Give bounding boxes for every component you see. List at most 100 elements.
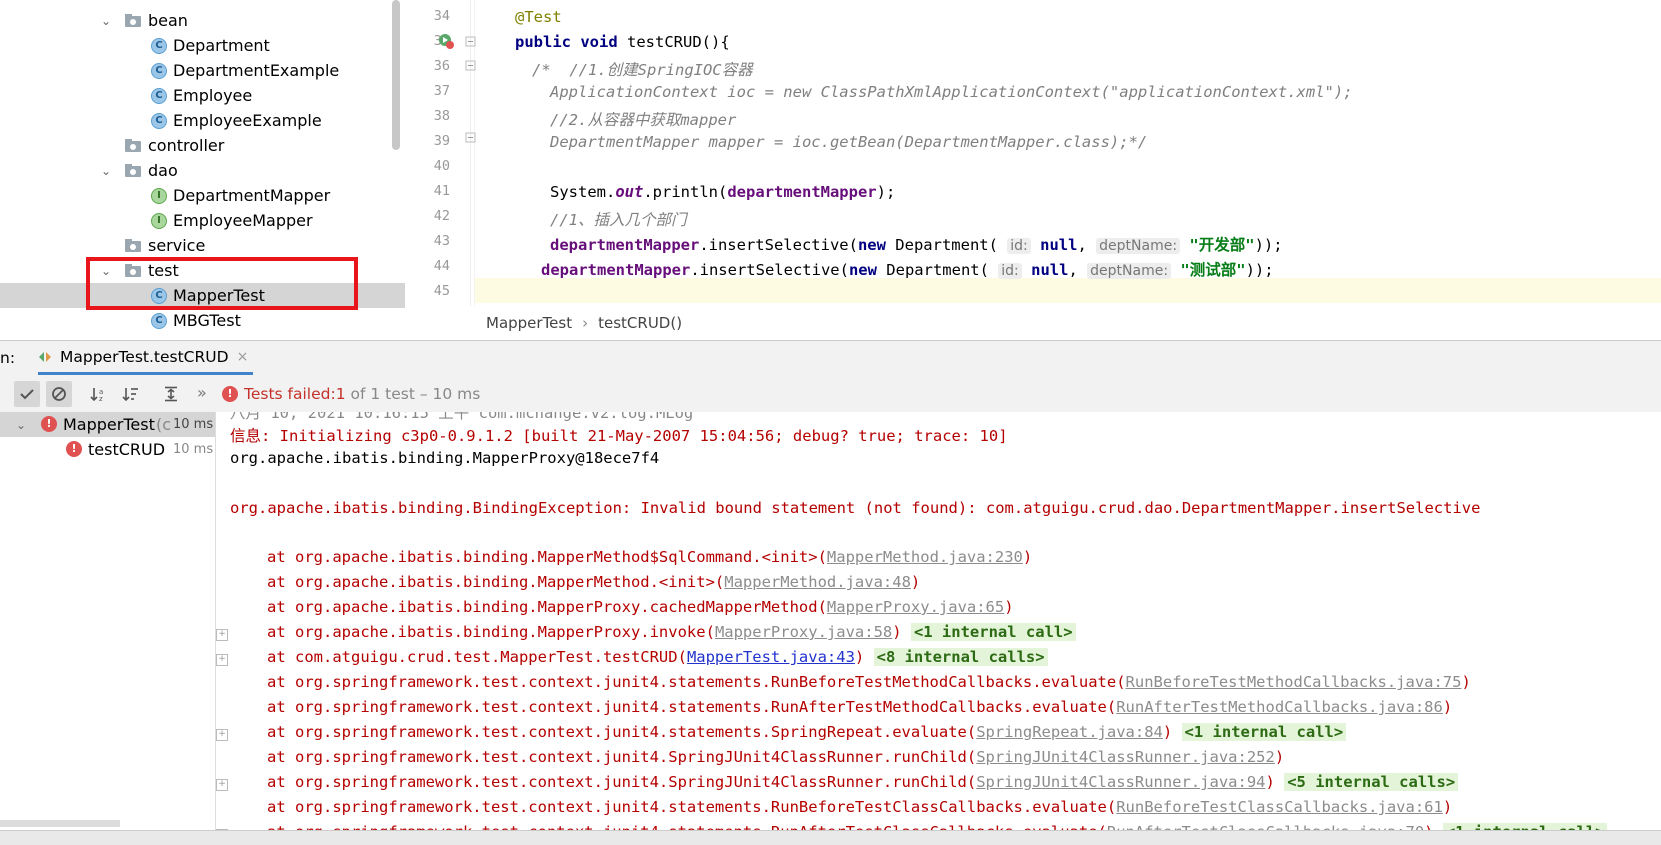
keyword-token: void [580, 33, 618, 51]
stack-frame: at org.springframework.test.context.juni… [267, 723, 1347, 741]
code-token: System. [550, 183, 616, 201]
stack-frame-text: at org.springframework.test.context.juni… [267, 798, 1117, 816]
test-node-mapper-test[interactable]: ⌄ ! MapperTest (c 10 ms [0, 412, 215, 437]
stack-frame-text: at org.springframework.test.context.juni… [267, 698, 1117, 716]
run-test-failed-icon[interactable] [438, 33, 454, 49]
code-token: , [1077, 236, 1087, 254]
expand-all-button[interactable] [158, 381, 184, 407]
tree-item-label: dao [148, 161, 178, 180]
line-number: 40 [433, 158, 450, 174]
tree-item-label: EmployeeExample [173, 111, 322, 130]
tree-item-label: service [148, 236, 206, 255]
interface-icon: I [151, 187, 167, 204]
more-toolbar-icon[interactable]: » [197, 383, 207, 402]
code-token: .println( [643, 183, 728, 201]
folder-icon [125, 14, 141, 27]
project-tree: ⌄ bean C Department C DepartmentExample … [0, 0, 405, 340]
error-icon: ! [66, 441, 82, 457]
code-line-36: /* //1.创建SpringIOC容器 [532, 61, 753, 79]
string-token: "开发部" [1189, 236, 1255, 254]
source-link[interactable]: SpringJUnit4ClassRunner.java:252 [976, 748, 1275, 766]
show-passed-button[interactable] [14, 381, 40, 407]
breadcrumb-item-class[interactable]: MapperTest [486, 314, 572, 332]
sort-by-duration-button[interactable] [118, 381, 144, 407]
console-line: org.apache.ibatis.binding.MapperProxy@18… [230, 449, 660, 467]
expand-fold-icon[interactable]: + [216, 779, 228, 791]
source-link[interactable]: MapperProxy.java:65 [827, 598, 1004, 616]
tree-hscrollbar[interactable] [0, 820, 120, 827]
stack-frame: at org.apache.ibatis.binding.MapperProxy… [267, 623, 1076, 641]
code-token: )); [1254, 236, 1283, 254]
stack-frame-text: at com.atguigu.crud.test.MapperTest.test… [267, 648, 687, 666]
expand-fold-icon[interactable]: + [216, 629, 228, 641]
stack-frame: at org.springframework.test.context.juni… [267, 698, 1452, 716]
class-icon: C [151, 112, 167, 129]
line-number: 43 [433, 233, 450, 249]
chevron-down-icon[interactable]: ⌄ [16, 418, 26, 432]
close-icon[interactable]: × [237, 349, 249, 365]
code-line-42: //1、插入几个部门 [550, 211, 687, 229]
internal-calls-badge[interactable]: <1 internal call> [1181, 723, 1347, 741]
chevron-down-icon[interactable]: ⌄ [99, 164, 113, 178]
tab-label: MapperTest.testCRUD [60, 348, 229, 366]
test-node-label: MapperTest [63, 415, 155, 434]
source-link[interactable]: MapperMethod.java:48 [724, 573, 911, 591]
expand-fold-icon[interactable]: + [216, 729, 228, 741]
stack-frame-text: ) [1265, 773, 1275, 791]
stack-frame-text: ) [1274, 748, 1285, 766]
folder-icon [125, 164, 141, 177]
line-number: 38 [433, 108, 450, 124]
svg-text:z: z [99, 395, 103, 402]
sort-alpha-icon: az [90, 388, 103, 402]
fold-icon[interactable] [465, 60, 477, 72]
fold-icon[interactable] [465, 36, 477, 48]
source-link[interactable]: RunAfterTestMethodCallbacks.java:86 [1116, 698, 1443, 716]
stack-frame-text: ) [1022, 548, 1033, 566]
keyword-token: new [848, 261, 877, 279]
class-icon: C [151, 87, 167, 104]
line-number: 45 [433, 283, 450, 299]
test-status: ! Tests failed: 1 of 1 test – 10 ms [222, 385, 480, 403]
stack-frame-text: at org.apache.ibatis.binding.MapperMetho… [267, 573, 725, 591]
show-ignored-button[interactable] [46, 381, 72, 407]
tree-item-label: controller [148, 136, 225, 155]
code-line-39: DepartmentMapper mapper = ioc.getBean(De… [550, 133, 1148, 151]
source-link[interactable]: SpringRepeat.java:84 [976, 723, 1163, 741]
source-link[interactable]: MapperMethod.java:230 [827, 548, 1023, 566]
tree-scrollbar[interactable] [392, 0, 400, 150]
source-link[interactable]: SpringJUnit4ClassRunner.java:94 [976, 773, 1265, 791]
chevron-down-icon[interactable]: ⌄ [99, 14, 113, 28]
expand-fold-icon[interactable]: + [216, 654, 228, 666]
code-line-34: @Test [515, 8, 562, 26]
test-results-tree: ⌄ ! MapperTest (c 10 ms ! testCRUD 10 ms [0, 412, 216, 844]
stack-frame: at org.springframework.test.context.juni… [267, 773, 1459, 791]
internal-calls-badge[interactable]: <5 internal calls> [1284, 773, 1459, 791]
field-token: departmentMapper [727, 183, 877, 201]
line-number: 34 [433, 8, 450, 24]
stack-frame-text: at org.apache.ibatis.binding.MapperMetho… [267, 548, 827, 566]
test-node-suffix: (c [156, 415, 172, 434]
breadcrumb-item-method[interactable]: testCRUD() [598, 314, 682, 332]
stack-frame-text: ) [1004, 598, 1014, 616]
tab-mapper-test-testcrud[interactable]: MapperTest.testCRUD × [38, 348, 248, 366]
internal-calls-badge[interactable]: <1 internal call> [910, 623, 1076, 641]
internal-calls-badge[interactable]: <8 internal calls> [873, 648, 1048, 666]
source-link[interactable]: RunBeforeTestMethodCallbacks.java:75 [1126, 673, 1462, 691]
stack-frame: at org.apache.ibatis.binding.MapperMetho… [267, 573, 920, 591]
code-editor[interactable]: 34 35 36 37 38 39 40 41 42 43 44 45 @Tes… [405, 0, 1661, 306]
source-link[interactable]: MapperTest.java:43 [687, 648, 855, 666]
code-line-41: System.out.println(departmentMapper); [550, 183, 895, 201]
source-link[interactable]: MapperProxy.java:58 [715, 623, 892, 641]
check-icon [20, 389, 34, 400]
fold-icon[interactable] [465, 132, 477, 144]
class-icon: C [151, 62, 167, 79]
test-duration: 10 ms [173, 442, 214, 457]
field-token: departmentMapper [550, 236, 700, 254]
sort-alphabetically-button[interactable]: az [86, 381, 112, 407]
test-node-label: testCRUD [88, 440, 166, 459]
breadcrumb-separator: › [582, 314, 589, 332]
annotation-token: @Test [515, 8, 562, 26]
source-link[interactable]: RunBeforeTestClassCallbacks.java:61 [1116, 798, 1443, 816]
stack-frame-text: ) [854, 648, 865, 666]
console-output[interactable]: 八月 10, 2021 10:16:15 上午 com.mchange.v2.l… [216, 412, 1661, 844]
